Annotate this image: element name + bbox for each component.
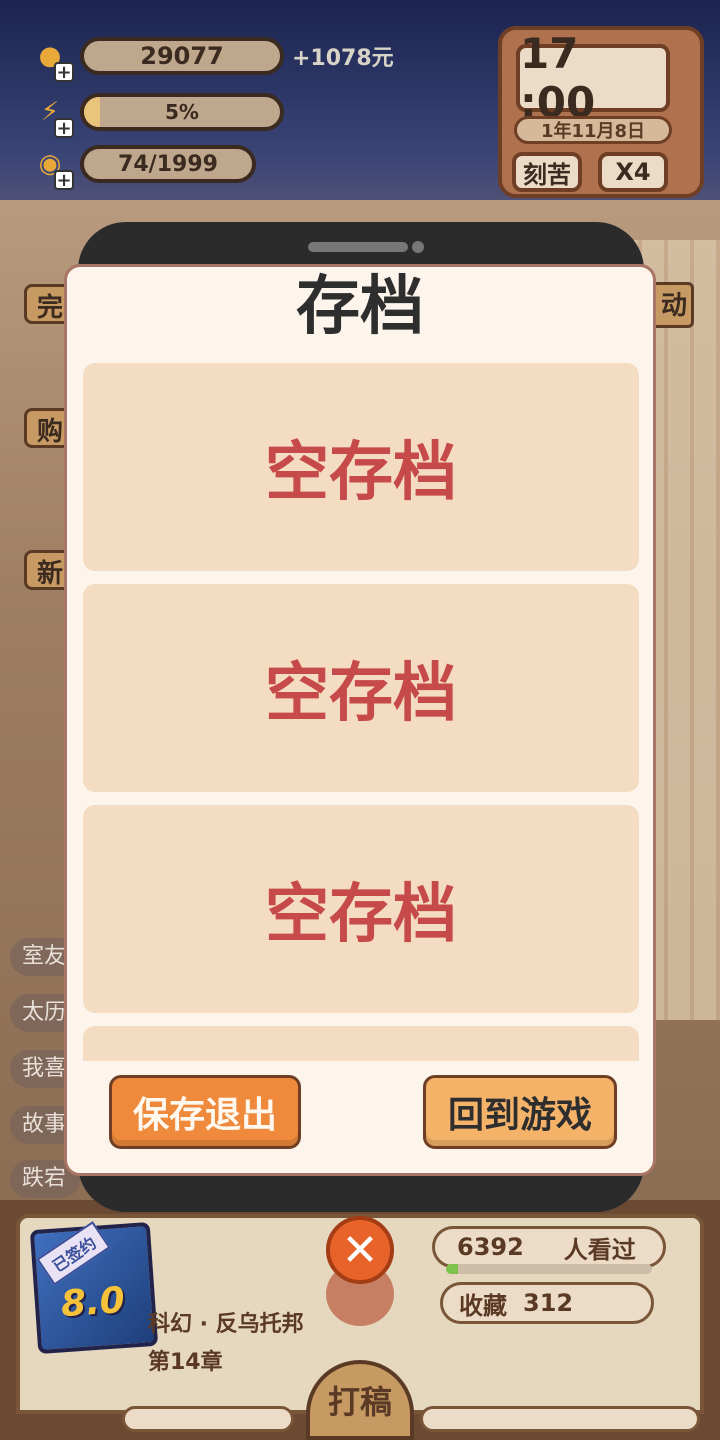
coins-bar: 29077 [80, 37, 284, 75]
save-slot-4[interactable] [83, 1026, 639, 1061]
right-side-button[interactable]: 动 [650, 282, 694, 328]
save-dialog: 存档 空存档 空存档 空存档 保存退出 回到游戏 [64, 264, 656, 1176]
coin-icon[interactable]: ● + [28, 34, 74, 83]
save-slot-label: 空存档 [265, 657, 457, 731]
viewers-progress [446, 1264, 652, 1274]
lightbulb-icon[interactable]: ◉ + [28, 142, 74, 191]
collect-label: 收藏 [459, 1291, 507, 1320]
inspiration-stat: ◉ + 74/1999 [28, 142, 256, 191]
energy-bar: 5% [80, 93, 284, 131]
lightning-icon[interactable]: ⚡ + [28, 90, 74, 139]
save-slot-list[interactable]: 空存档 空存档 空存档 [83, 363, 639, 1061]
inspiration-bar: 74/1999 [80, 145, 256, 183]
coins-value: 29077 [140, 42, 224, 70]
mode-button[interactable]: 刻苦 [512, 152, 582, 192]
clock-panel: 17 :00 1年11月8日 刻苦 X4 [498, 26, 704, 198]
save-exit-button[interactable]: 保存退出 [109, 1075, 301, 1149]
inspiration-value: 74/1999 [118, 151, 218, 177]
energy-fill [84, 97, 100, 127]
viewers-box: 6392 人看过 [432, 1226, 666, 1268]
plus-icon[interactable]: + [54, 118, 74, 139]
energy-stat: ⚡ + 5% [28, 90, 284, 139]
viewers-count: 6392 [457, 1233, 524, 1261]
phone-camera [412, 241, 424, 253]
save-slot-2[interactable]: 空存档 [83, 584, 639, 792]
book-score: 8.0 [59, 1279, 127, 1326]
save-slot-label: 空存档 [265, 436, 457, 510]
clock-date: 1年11月8日 [514, 116, 672, 144]
signed-badge: 已签约 [36, 1221, 111, 1286]
book-cover[interactable]: 已签约 8.0 [29, 1221, 159, 1355]
dialog-title: 存档 [296, 270, 424, 344]
save-slot-label: 空存档 [265, 878, 457, 952]
viewers-label: 人看过 [563, 1235, 636, 1264]
close-icon: ✕ [341, 1224, 379, 1276]
clock-time: 17 :00 [516, 29, 670, 127]
collect-box: 收藏 312 [440, 1282, 654, 1324]
coins-extra: +1078元 [292, 46, 394, 71]
phone-speaker [308, 242, 408, 252]
bottom-bar-left [122, 1406, 294, 1432]
close-button[interactable]: ✕ [326, 1216, 394, 1284]
book-genre-title: 科幻 · 反乌托邦 [148, 1312, 304, 1337]
energy-value: 5% [165, 100, 199, 124]
book-chapter: 第14章 [148, 1350, 223, 1375]
plus-icon[interactable]: + [54, 170, 74, 191]
save-slot-3[interactable]: 空存档 [83, 805, 639, 1013]
save-slot-1[interactable]: 空存档 [83, 363, 639, 571]
coins-stat: ● + 29077 +1078元 [28, 34, 394, 83]
collect-count: 312 [523, 1289, 574, 1317]
return-game-button[interactable]: 回到游戏 [423, 1075, 617, 1149]
viewers-progress-fill [446, 1264, 459, 1274]
plus-icon[interactable]: + [54, 62, 74, 83]
bottom-bar-right [420, 1406, 700, 1432]
speed-button[interactable]: X4 [598, 152, 668, 192]
